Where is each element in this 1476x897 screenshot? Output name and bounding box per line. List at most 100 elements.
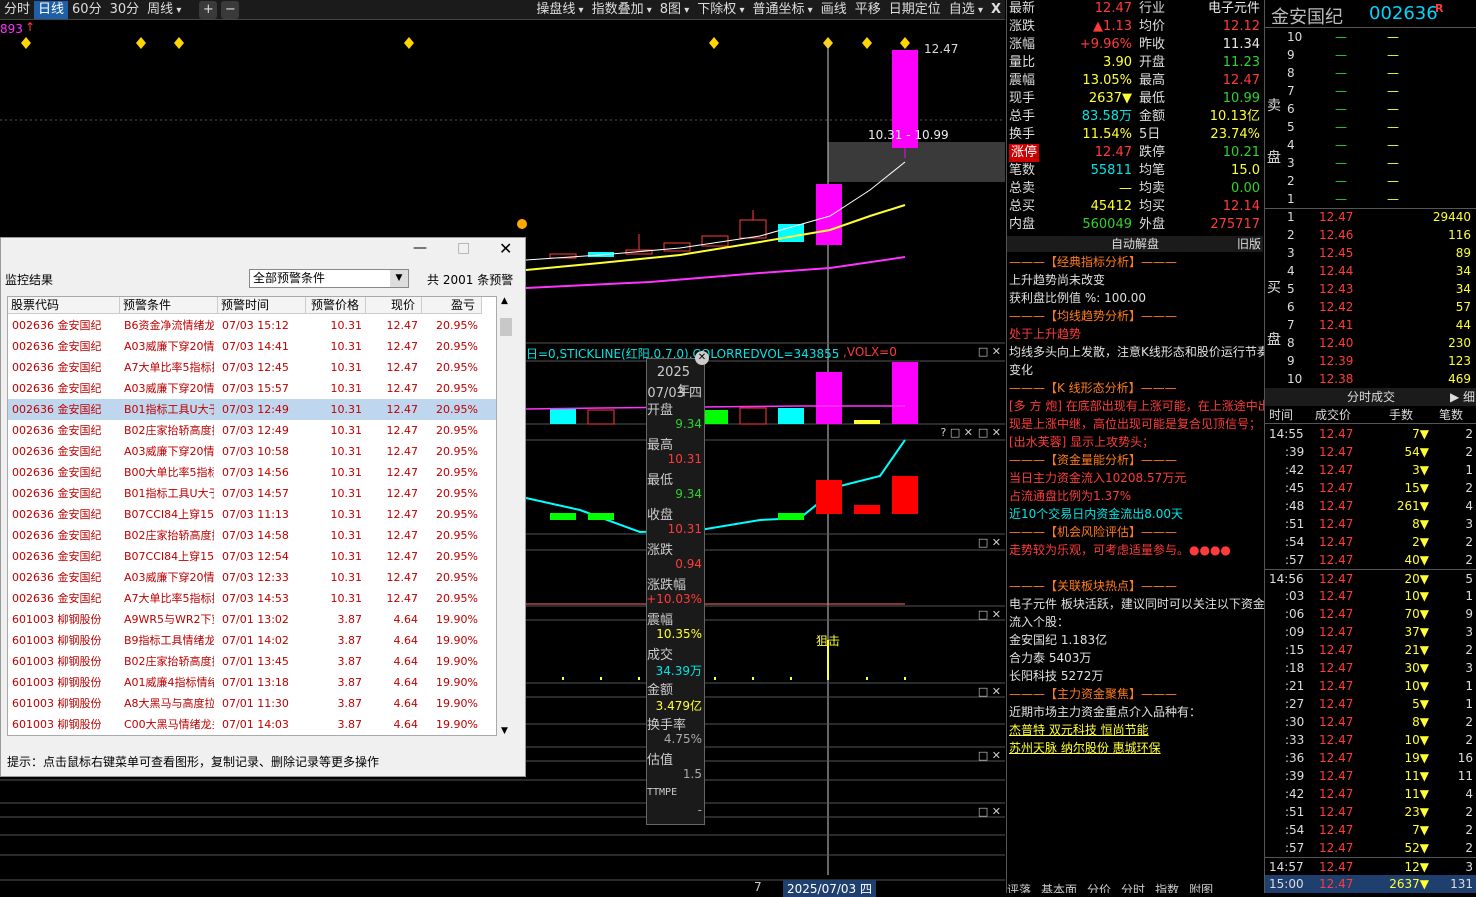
alert-row[interactable]: 002636 金安国纪 A03威廉下穿20情绪 07/03 14:41 10.31 12…: [8, 336, 496, 357]
sell-level[interactable]: 8 — —: [1265, 64, 1476, 82]
alert-row[interactable]: 002636 金安国纪 B01指标工具U大于 07/03 12:49 10.31 12.…: [8, 399, 496, 420]
alert-row[interactable]: 002636 金安国纪 B6资金净流情绪龙 07/03 15:12 10.31 12.4…: [8, 315, 496, 336]
analysis-line[interactable]: 金安国纪 1.183亿: [1009, 632, 1107, 648]
trade-cell: 1: [1465, 463, 1473, 477]
alert-row[interactable]: 002636 金安国纪 A7大单比率5指标提 07/03 12:45 10.31 12.…: [8, 357, 496, 378]
alert-row[interactable]: 002636 金安国纪 A7大单比率5指标提 07/03 14:53 10.31 12.…: [8, 588, 496, 609]
buy-level[interactable]: 3 12.45 89: [1265, 244, 1476, 262]
sell-level[interactable]: 4 — —: [1265, 136, 1476, 154]
sell-level[interactable]: 1 — —: [1265, 190, 1476, 208]
alert-condition-select[interactable]: 全部预警条件 ▼: [249, 269, 409, 288]
alert-row[interactable]: 002636 金安国纪 B07CCI84上穿150 07/03 12:54 10.31…: [8, 546, 496, 567]
buy-level[interactable]: 1 12.47 29440: [1265, 208, 1476, 226]
alert-row[interactable]: 002636 金安国纪 B02庄家抬轿高度拉 07/03 14:58 10.31 12.…: [8, 525, 496, 546]
buy-level[interactable]: 2 12.46 116: [1265, 226, 1476, 244]
alert-row[interactable]: 601003 柳钢股份 A8大黑马与高度拉 07/01 11:30 3.87 4.64 1…: [8, 693, 496, 714]
buy-level[interactable]: 6 12.42 57: [1265, 298, 1476, 316]
panel-controls[interactable]: □ ✕: [978, 685, 1001, 698]
sell-level[interactable]: 9 — —: [1265, 46, 1476, 64]
trade-cell: 12.47: [1319, 805, 1354, 819]
minimize-icon[interactable]: —: [413, 240, 427, 256]
date-locate-button[interactable]: 日期定位: [885, 1, 945, 19]
sell-level[interactable]: 5 — —: [1265, 118, 1476, 136]
popup-close-icon[interactable]: ✕: [695, 351, 709, 365]
tab-intraday[interactable]: 分时: [0, 1, 34, 19]
panel-controls[interactable]: □ ✕: [978, 749, 1001, 762]
tab-weekly[interactable]: 周线: [143, 1, 185, 19]
analysis-tab[interactable]: 分时: [1121, 883, 1145, 893]
panel-controls[interactable]: □ ✕: [978, 608, 1001, 621]
alert-column-header[interactable]: 现价: [366, 297, 422, 314]
alert-row[interactable]: 601003 柳钢股份 B9指标工具情绪龙 07/01 14:02 3.87 4.64 1…: [8, 630, 496, 651]
analysis-line[interactable]: 合力泰 5403万: [1009, 650, 1091, 666]
sell-level[interactable]: 2 — —: [1265, 172, 1476, 190]
alert-count: 共 2001 条预警: [427, 273, 514, 287]
sell-level[interactable]: 10 — —: [1265, 28, 1476, 46]
alert-row[interactable]: 002636 金安国纪 A03威廉下穿20情绪 07/03 15:57 10.31 12…: [8, 378, 496, 399]
analysis-line: 走势较为乐观，可考虑适量参与。●●●●: [1009, 543, 1231, 557]
panel-controls[interactable]: ? □ ✕: [941, 426, 973, 439]
alert-row[interactable]: 601003 柳钢股份 C00大黑马情绪龙头 07/01 14:03 3.87 4.64…: [8, 714, 496, 735]
alert-column-header[interactable]: 预警时间: [218, 297, 306, 314]
panel-controls[interactable]: □ ✕: [978, 345, 1001, 358]
buy-level[interactable]: 5 12.43 34: [1265, 280, 1476, 298]
zoom-in-button[interactable]: +: [199, 0, 218, 19]
analysis-line[interactable]: 苏州天脉 纳尔股份 惠城环保: [1009, 740, 1161, 756]
buy-level[interactable]: 9 12.39 123: [1265, 352, 1476, 370]
alert-table[interactable]: 股票代码 预警条件 预警时间 预警价格 现价 盈亏 002636 金安国纪 B6资金净流情绪龙…: [7, 296, 497, 736]
pan-button[interactable]: 平移: [851, 1, 885, 19]
table-scrollbar[interactable]: ▲ ▼: [498, 296, 514, 736]
op-line-dropdown[interactable]: 操盘线: [532, 1, 587, 19]
coordinate-dropdown[interactable]: 普通坐标: [748, 1, 816, 19]
alert-row[interactable]: 002636 金安国纪 B02庄家抬轿高度拉 07/03 12:49 10.31 12.…: [8, 420, 496, 441]
buy-level[interactable]: 4 12.44 34: [1265, 262, 1476, 280]
chevron-down-icon[interactable]: ▼: [390, 270, 408, 287]
alert-row[interactable]: 002636 金安国纪 A03威廉下穿20情绪 07/03 10:58 10.31 12…: [8, 441, 496, 462]
analysis-tab[interactable]: 分价: [1087, 883, 1111, 893]
multi-chart-dropdown[interactable]: 8图: [656, 1, 693, 19]
alert-row[interactable]: 002636 金安国纪 B00大单比率5指标 07/03 14:56 10.31 12.…: [8, 462, 496, 483]
analysis-line[interactable]: 长阳科技 5272万: [1009, 668, 1103, 684]
panel-controls[interactable]: □ ✕: [978, 426, 1001, 439]
alert-row[interactable]: 002636 金安国纪 A03威廉下穿20情绪 07/03 12:33 10.31 12…: [8, 567, 496, 588]
alert-row[interactable]: 002636 金安国纪 B07CCI84上穿150 07/03 11:13 10.31…: [8, 504, 496, 525]
alert-row[interactable]: 601003 柳钢股份 A01威廉4指标情绪 07/01 13:18 3.87 4.64…: [8, 672, 496, 693]
panel-controls[interactable]: □ ✕: [978, 805, 1001, 818]
draw-line-button[interactable]: 画线: [817, 1, 851, 19]
index-overlay-dropdown[interactable]: 指数叠加: [588, 1, 656, 19]
alert-column-header[interactable]: 股票代码: [8, 297, 120, 314]
alert-column-header[interactable]: 预警条件: [120, 297, 218, 314]
sell-level[interactable]: 3 — —: [1265, 154, 1476, 172]
buy-level[interactable]: 10 12.38 469: [1265, 370, 1476, 388]
tab-30min[interactable]: 30分: [106, 1, 144, 19]
maximize-icon[interactable]: □: [457, 240, 470, 256]
zoom-out-button[interactable]: −: [221, 0, 240, 19]
sell-level[interactable]: 6 — —: [1265, 100, 1476, 118]
tab-60min[interactable]: 60分: [68, 1, 106, 19]
buy-level[interactable]: 8 12.40 230: [1265, 334, 1476, 352]
analysis-tab[interactable]: 评落: [1007, 883, 1031, 893]
alert-cell: 10.31: [330, 508, 363, 521]
quote-label: 5日: [1139, 127, 1161, 142]
watchlist-dropdown[interactable]: 自选: [945, 1, 987, 19]
old-version-button[interactable]: 旧版: [1237, 236, 1261, 252]
tab-daily[interactable]: 日线: [34, 0, 69, 19]
analysis-tab[interactable]: 指数: [1155, 883, 1179, 893]
ex-rights-dropdown[interactable]: 下除权: [693, 1, 748, 19]
alert-row[interactable]: 601003 柳钢股份 A9WR5与WR2下穿20 07/01 13:02 3.87 4…: [8, 609, 496, 630]
panel-controls[interactable]: □ ✕: [978, 536, 1001, 549]
trades-detail-button[interactable]: ▶ 细: [1450, 388, 1475, 406]
alert-row[interactable]: 601003 柳钢股份 B02庄家抬轿高度拉 07/01 13:45 3.87 4.64…: [8, 651, 496, 672]
collapse-button[interactable]: X: [987, 1, 1005, 19]
alert-cell: 002636 金安国纪: [12, 487, 102, 500]
analysis-tab[interactable]: 附图: [1189, 883, 1213, 893]
buy-level[interactable]: 7 12.41 44: [1265, 316, 1476, 334]
alert-column-header[interactable]: 盈亏: [422, 297, 482, 314]
alert-column-header[interactable]: 预警价格: [306, 297, 366, 314]
analysis-line[interactable]: 杰普特 双元科技 恒尚节能: [1009, 722, 1149, 738]
quote-label: 金额: [1139, 109, 1166, 124]
sell-level[interactable]: 7 — —: [1265, 82, 1476, 100]
analysis-tab[interactable]: 基本面: [1041, 883, 1077, 893]
alert-row[interactable]: 002636 金安国纪 B01指标工具U大于 07/03 14:57 10.31 12.…: [8, 483, 496, 504]
close-icon[interactable]: ✕: [499, 239, 512, 258]
